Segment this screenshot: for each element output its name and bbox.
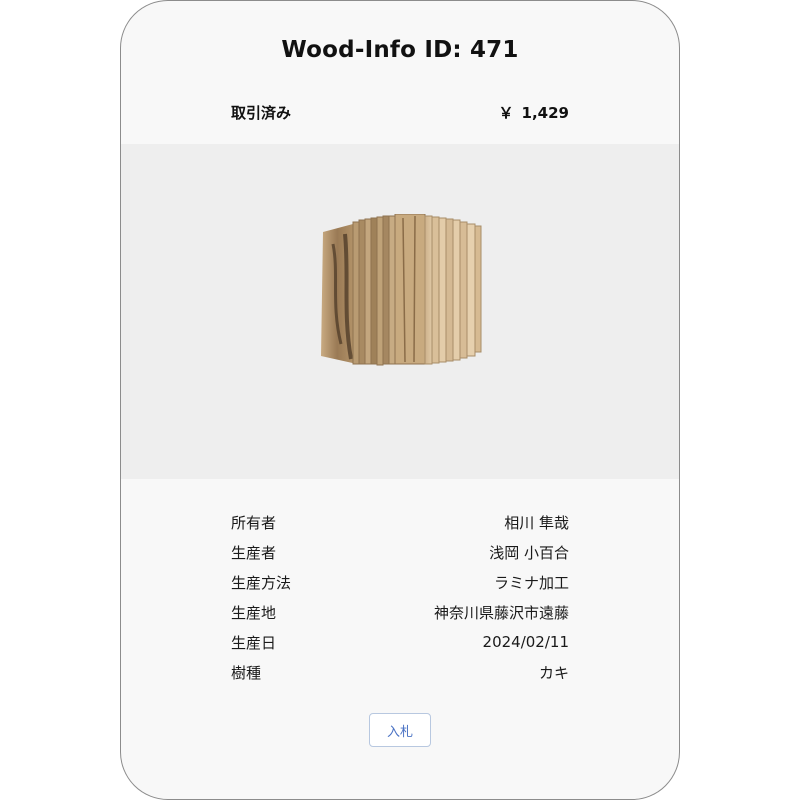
detail-value: 相川 隼哉	[504, 513, 569, 532]
detail-row-producer: 生産者 浅岡 小百合	[231, 537, 569, 567]
detail-row-species: 樹種 カキ	[231, 657, 569, 687]
detail-label: 樹種	[231, 663, 262, 682]
detail-value: 2024/02/11	[482, 633, 569, 651]
detail-label: 生産日	[231, 633, 277, 652]
detail-label: 生産者	[231, 543, 277, 562]
detail-label: 所有者	[231, 513, 277, 532]
product-image-area	[121, 144, 679, 479]
detail-row-location: 生産地 神奈川県藤沢市遠藤	[231, 597, 569, 627]
wood-info-card: Wood-Info ID: 471 取引済み ￥ 1,429 所有者 相川 隼哉…	[120, 0, 680, 800]
details-list: 所有者 相川 隼哉 生産者 浅岡 小百合 生産方法 ラミナ加工 生産地 神奈川県…	[231, 507, 569, 687]
detail-row-method: 生産方法 ラミナ加工	[231, 567, 569, 597]
detail-label: 生産地	[231, 603, 277, 622]
status-label: 取引済み	[231, 104, 292, 122]
detail-row-date: 生産日 2024/02/11	[231, 627, 569, 657]
detail-value: 神奈川県藤沢市遠藤	[433, 603, 569, 622]
card-title: Wood-Info ID: 471	[281, 37, 519, 63]
currency-symbol: ￥	[498, 104, 514, 122]
detail-label: 生産方法	[231, 573, 292, 592]
detail-row-owner: 所有者 相川 隼哉	[231, 507, 569, 537]
detail-value: 浅岡 小百合	[489, 543, 569, 562]
price: ￥ 1,429	[499, 102, 569, 123]
bid-button[interactable]: 入札	[369, 713, 431, 747]
detail-value: ラミナ加工	[493, 573, 569, 592]
price-value: 1,429	[521, 103, 569, 122]
detail-value: カキ	[538, 663, 569, 682]
laminated-wood-block-image	[321, 214, 482, 366]
